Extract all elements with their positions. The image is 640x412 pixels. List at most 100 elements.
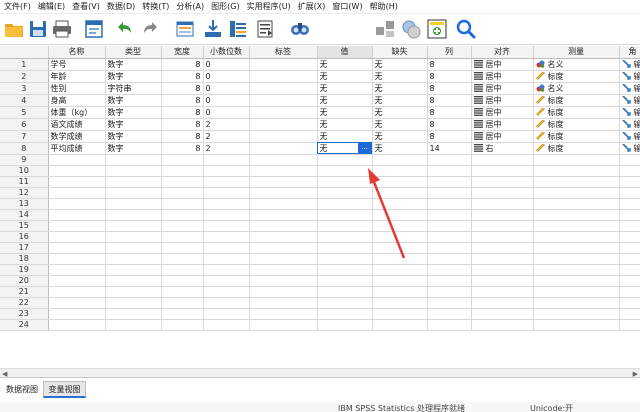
grid-cell[interactable] (161, 297, 204, 309)
grid-cell[interactable] (372, 154, 428, 166)
print-icon[interactable] (51, 18, 73, 40)
grid-cell[interactable] (249, 176, 318, 188)
grid-cell[interactable] (161, 286, 204, 298)
grid-cell[interactable] (317, 242, 373, 254)
name-cell[interactable]: 语文成绩 (48, 118, 106, 131)
row-number[interactable]: 20 (0, 275, 49, 287)
grid-cell[interactable] (372, 319, 428, 331)
measure-cell[interactable]: 标度 (533, 70, 620, 83)
grid-cell[interactable] (249, 154, 318, 166)
grid-cell[interactable] (105, 176, 162, 188)
grid-cell[interactable] (372, 231, 428, 243)
grid-cell[interactable] (372, 308, 428, 320)
value-labels-button[interactable]: ... (357, 142, 371, 153)
column-header[interactable]: 标签 (249, 46, 318, 59)
type-cell[interactable]: 数字 (105, 58, 162, 71)
grid-cell[interactable] (619, 264, 640, 276)
horizontal-scrollbar[interactable]: ◀ ▶ (0, 368, 640, 378)
menu-item[interactable]: 扩展(X) (296, 1, 331, 12)
decimals-cell[interactable]: 2 (203, 130, 250, 143)
grid-cell[interactable] (372, 220, 428, 232)
grid-cell[interactable] (203, 297, 250, 309)
name-cell[interactable]: 年龄 (48, 70, 106, 83)
grid-cell[interactable] (48, 253, 106, 265)
grid-cell[interactable] (48, 242, 106, 254)
grid-cell[interactable] (533, 286, 620, 298)
menu-item[interactable]: 窗口(W) (330, 1, 367, 12)
grid-cell[interactable] (471, 253, 534, 265)
grid-cell[interactable] (533, 242, 620, 254)
grid-cell[interactable] (427, 176, 472, 188)
menu-item[interactable]: 分析(A) (174, 1, 209, 12)
grid-cell[interactable] (427, 264, 472, 276)
grid-cell[interactable] (619, 253, 640, 265)
row-number[interactable]: 12 (0, 187, 49, 199)
split-file-icon[interactable] (374, 18, 396, 40)
grid-cell[interactable] (533, 198, 620, 210)
grid-cell[interactable] (161, 231, 204, 243)
type-cell[interactable]: 数字 (105, 94, 162, 107)
grid-cell[interactable] (203, 319, 250, 331)
grid-cell[interactable] (48, 209, 106, 221)
goto-case-icon[interactable] (174, 18, 196, 40)
grid-cell[interactable] (372, 176, 428, 188)
menu-item[interactable]: 图形(G) (209, 1, 244, 12)
row-number[interactable]: 14 (0, 209, 49, 221)
grid-cell[interactable] (105, 209, 162, 221)
menu-item[interactable]: 实用程序(U) (245, 1, 296, 12)
grid-cell[interactable] (471, 308, 534, 320)
grid-cell[interactable] (533, 187, 620, 199)
grid-cell[interactable] (317, 209, 373, 221)
decimals-cell[interactable]: 0 (203, 58, 250, 71)
grid-cell[interactable] (619, 308, 640, 320)
grid-cell[interactable] (619, 198, 640, 210)
grid-cell[interactable] (533, 154, 620, 166)
grid-cell[interactable] (471, 165, 534, 177)
menu-item[interactable]: 编辑(E) (36, 1, 70, 12)
column-header[interactable] (0, 46, 49, 59)
label-cell[interactable] (249, 106, 318, 119)
grid-cell[interactable] (533, 319, 620, 331)
grid-cell[interactable] (471, 220, 534, 232)
values-cell[interactable]: 无 (317, 118, 373, 131)
grid-cell[interactable] (249, 187, 318, 199)
columns-cell[interactable]: 8 (427, 58, 472, 71)
grid-cell[interactable] (249, 198, 318, 210)
column-header[interactable]: 小数位数 (203, 46, 250, 59)
grid-cell[interactable] (203, 198, 250, 210)
grid-cell[interactable] (161, 242, 204, 254)
grid-cell[interactable] (48, 286, 106, 298)
grid-cell[interactable] (161, 220, 204, 232)
measure-cell[interactable]: 标度 (533, 142, 620, 155)
grid-cell[interactable] (48, 220, 106, 232)
grid-cell[interactable] (317, 275, 373, 287)
grid-cell[interactable] (372, 297, 428, 309)
row-number[interactable]: 24 (0, 319, 49, 331)
measure-cell[interactable]: 名义 (533, 58, 620, 71)
menu-item[interactable]: 数据(D) (105, 1, 140, 12)
label-cell[interactable] (249, 94, 318, 107)
grid-cell[interactable] (427, 253, 472, 265)
missing-cell[interactable]: 无 (372, 58, 428, 71)
type-cell[interactable]: 数字 (105, 142, 162, 155)
grid-cell[interactable] (471, 154, 534, 166)
grid-cell[interactable] (427, 231, 472, 243)
type-cell[interactable]: 数字 (105, 130, 162, 143)
grid-cell[interactable] (105, 154, 162, 166)
align-cell[interactable]: 居中 (471, 70, 534, 83)
grid-cell[interactable] (372, 286, 428, 298)
grid-cell[interactable] (372, 209, 428, 221)
role-cell[interactable]: 输 (619, 70, 640, 83)
grid-cell[interactable] (471, 187, 534, 199)
decimals-cell[interactable]: 2 (203, 118, 250, 131)
find-icon[interactable] (289, 18, 311, 40)
grid-cell[interactable] (105, 231, 162, 243)
grid-cell[interactable] (471, 231, 534, 243)
grid-cell[interactable] (427, 286, 472, 298)
name-cell[interactable]: 性别 (48, 82, 106, 95)
missing-cell[interactable]: 无 (372, 118, 428, 131)
align-cell[interactable]: 居中 (471, 106, 534, 119)
grid-cell[interactable] (471, 242, 534, 254)
grid-cell[interactable] (48, 319, 106, 331)
goto-variable-icon[interactable] (202, 18, 224, 40)
